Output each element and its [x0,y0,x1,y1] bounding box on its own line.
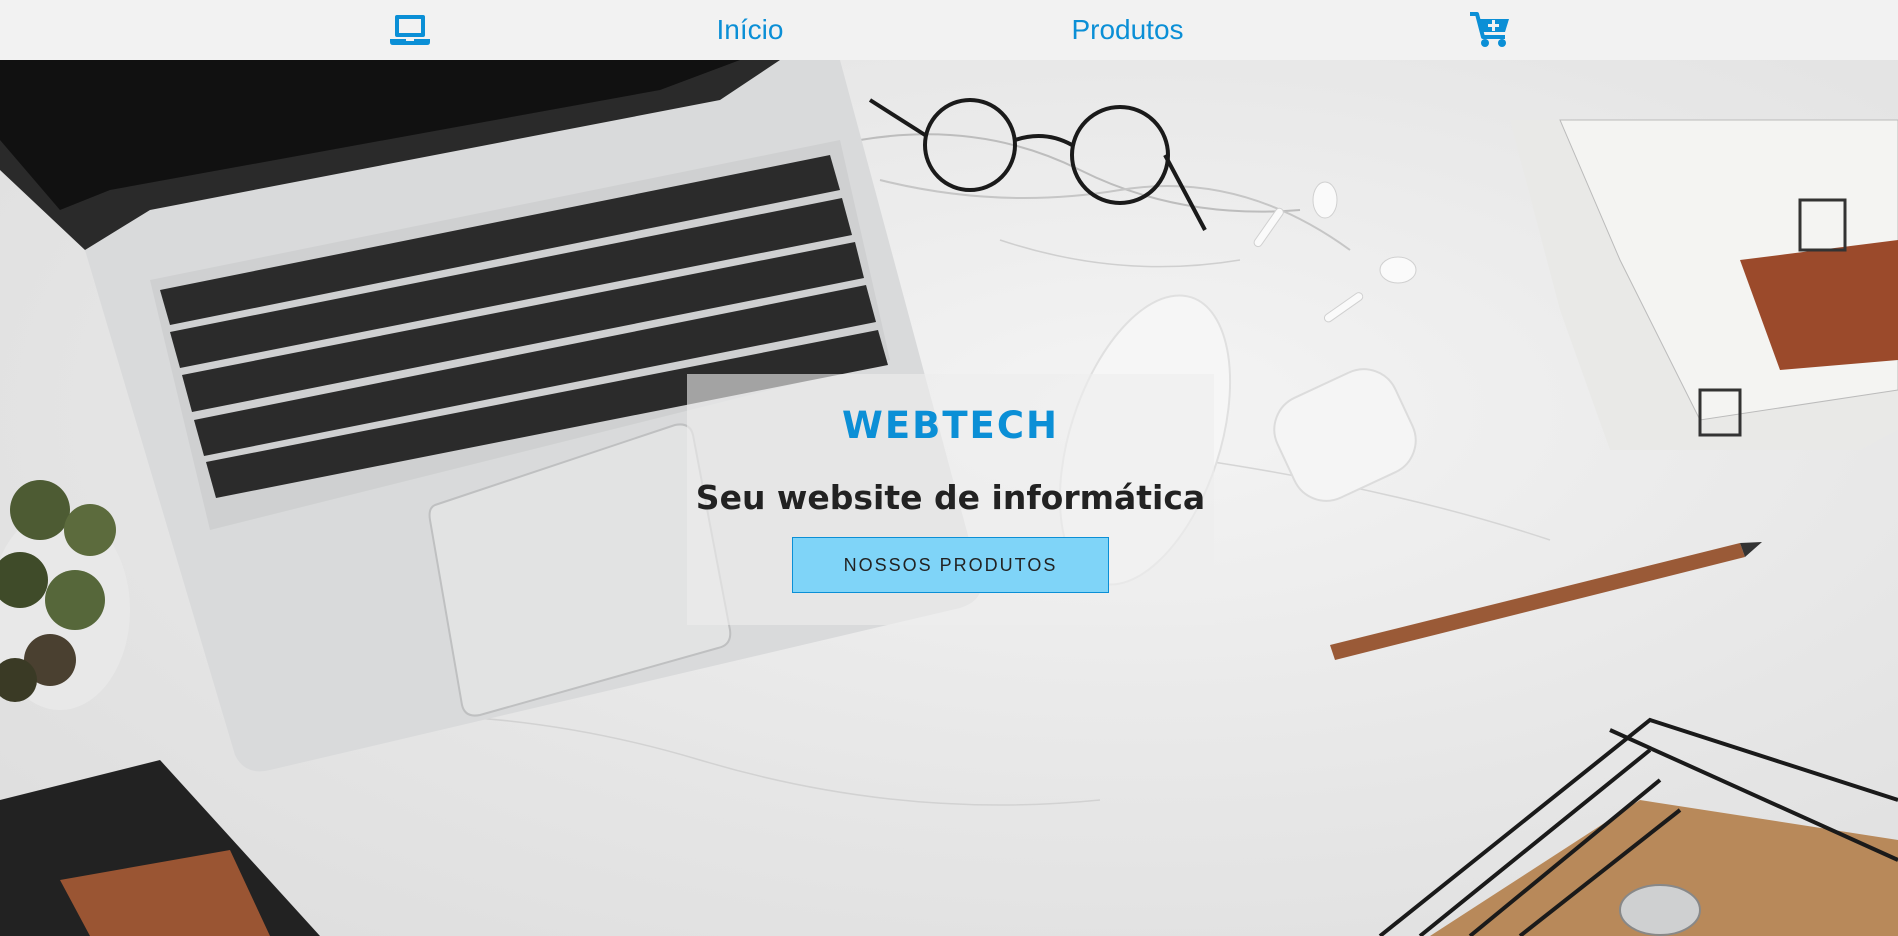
laptop-icon [390,15,430,45]
our-products-button[interactable]: NOSSOS PRODUTOS [792,537,1109,593]
newspaper-illustration [1510,119,1898,450]
tray-illustration [1378,717,1898,936]
cart-plus-icon [1470,12,1509,47]
glasses-illustration [868,98,1207,231]
cart-link[interactable] [1460,0,1520,60]
top-navbar: Início Produtos [0,0,1898,60]
pencil-illustration [1330,542,1762,660]
nav-link-inicio[interactable]: Início [690,0,810,60]
nav-link-produtos[interactable]: Produtos [1050,0,1205,60]
hero-overlay-card: WEBTECH Seu website de informática NOSSO… [687,374,1214,625]
airpods-illustration [1253,181,1417,502]
logo-link[interactable] [380,0,440,60]
brand-title: WEBTECH [842,404,1059,447]
plant-illustration [0,480,130,710]
hero-section: WEBTECH Seu website de informática NOSSO… [0,60,1898,936]
hero-tagline: Seu website de informática [695,478,1206,517]
